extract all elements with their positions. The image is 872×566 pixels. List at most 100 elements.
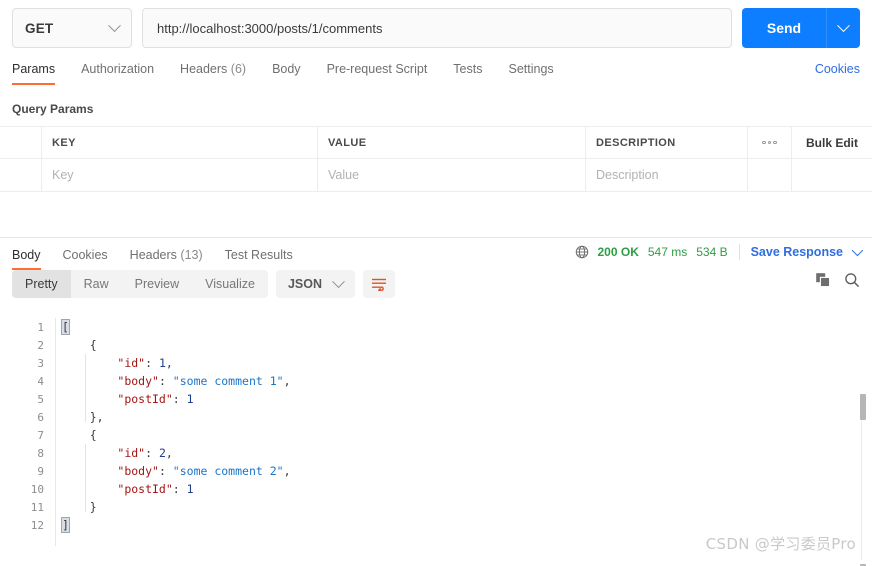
response-body-toolbar: Pretty Raw Preview Visualize JSON — [0, 268, 872, 306]
tab-count: (6) — [230, 62, 247, 76]
response-tab-headers[interactable]: Headers (13) — [130, 244, 203, 270]
line-number: 3 — [37, 356, 44, 370]
response-time[interactable]: 547 ms — [648, 245, 687, 259]
view-mode-pretty[interactable]: Pretty — [12, 270, 71, 298]
tab-tests[interactable]: Tests — [453, 58, 482, 85]
request-url-bar: GET http://localhost:3000/posts/1/commen… — [0, 0, 872, 58]
line-number: 2 — [37, 338, 44, 352]
send-button[interactable]: Send — [742, 8, 826, 48]
tab-body[interactable]: Body — [272, 58, 301, 85]
line-number: 8 — [37, 446, 44, 460]
tab-label: Test Results — [224, 248, 293, 262]
status-code[interactable]: 200 OK — [598, 245, 639, 259]
code-line: 8 "id": 2, — [0, 444, 872, 462]
param-value-input[interactable]: Value — [318, 159, 586, 191]
gutter-divider — [55, 318, 56, 546]
save-response-button[interactable]: Save Response — [751, 245, 843, 259]
param-key-input[interactable]: Key — [42, 159, 318, 191]
code-line: 9 "body": "some comment 2", — [0, 462, 872, 480]
tab-authorization[interactable]: Authorization — [81, 58, 154, 85]
response-tab-test-results[interactable]: Test Results — [225, 244, 293, 270]
view-mode-group: Pretty Raw Preview Visualize — [12, 270, 268, 298]
tab-settings[interactable]: Settings — [508, 58, 553, 85]
response-tab-cookies[interactable]: Cookies — [63, 244, 108, 270]
url-input[interactable]: http://localhost:3000/posts/1/comments — [142, 8, 732, 48]
column-header-label: DESCRIPTION — [596, 136, 676, 149]
url-text: http://localhost:3000/posts/1/comments — [157, 20, 383, 36]
chevron-down-icon[interactable] — [851, 244, 864, 257]
code-line: 4 "body": "some comment 1", — [0, 372, 872, 390]
tab-count: (13) — [180, 248, 203, 262]
copy-button[interactable] — [815, 272, 831, 293]
bulk-edit-label: Bulk Edit — [805, 135, 858, 150]
line-number: 10 — [30, 482, 44, 496]
ellipsis-icon — [762, 140, 777, 145]
code-text: "postId": 1 — [117, 392, 194, 406]
scrollbar-thumb[interactable] — [860, 394, 866, 420]
response-tab-body[interactable]: Body — [12, 244, 41, 270]
tab-params[interactable]: Params — [12, 58, 56, 85]
line-number: 5 — [37, 392, 44, 406]
column-header-label: KEY — [52, 136, 76, 149]
view-mode-raw[interactable]: Raw — [71, 270, 122, 298]
response-status-bar: 200 OK 547 ms 534 B Save Response — [575, 244, 864, 260]
code-text: [ — [61, 319, 70, 335]
search-icon — [845, 273, 860, 288]
code-line: 11 } — [0, 498, 872, 516]
response-tabs: Body Cookies Headers (13) Test Results 2… — [0, 238, 872, 270]
copy-icon — [816, 273, 831, 288]
code-text: "id": 2, — [117, 446, 173, 460]
tab-label: Headers — [129, 248, 177, 262]
header-key-cell: KEY — [42, 127, 318, 158]
table-header-row: KEY VALUE DESCRIPTION Bulk Edit — [0, 127, 872, 159]
globe-icon — [575, 245, 589, 259]
row-checkbox-cell[interactable] — [0, 159, 42, 191]
header-description-cell: DESCRIPTION — [586, 127, 748, 158]
line-number: 12 — [30, 518, 44, 532]
indent-guide — [85, 444, 86, 512]
code-text: "body": "some comment 2", — [117, 464, 291, 478]
table-row: Key Value Description — [0, 159, 872, 191]
send-options-button[interactable] — [827, 8, 860, 48]
response-format-label: JSON — [287, 277, 322, 291]
query-params-title: Query Params — [12, 102, 94, 116]
tab-label: Settings — [508, 62, 554, 76]
query-params-table: KEY VALUE DESCRIPTION Bulk Edit Key Valu… — [0, 126, 872, 192]
wrap-text-icon — [372, 278, 386, 291]
send-button-group: Send — [742, 8, 860, 48]
code-line: 7 { — [0, 426, 872, 444]
param-key-placeholder: Key — [52, 168, 74, 182]
http-method-select[interactable]: GET — [12, 8, 132, 48]
table-options-button[interactable] — [748, 127, 792, 158]
line-number: 1 — [37, 320, 44, 334]
response-body-code[interactable]: 1[2 {3 "id": 1, 4 "body": "some comment 1… — [0, 314, 872, 566]
wrap-lines-button[interactable] — [363, 270, 395, 298]
chevron-down-icon — [332, 274, 345, 288]
code-line: 2 { — [0, 336, 872, 354]
cookies-link[interactable]: Cookies — [815, 62, 860, 76]
response-format-select[interactable]: JSON — [275, 270, 355, 298]
code-text: "id": 1, — [117, 356, 173, 370]
code-text: "body": "some comment 1", — [117, 374, 291, 388]
param-description-input[interactable]: Description — [586, 159, 748, 191]
search-button[interactable] — [844, 272, 860, 293]
response-size[interactable]: 534 B — [696, 245, 727, 259]
code-scrollbar[interactable] — [858, 394, 866, 566]
request-tabs: Params Authorization Headers (6) Body Pr… — [0, 58, 872, 90]
chevron-down-icon — [837, 18, 850, 32]
tab-label: Cookies — [62, 248, 108, 262]
row-trailing-cell — [792, 159, 872, 191]
tab-headers[interactable]: Headers (6) — [180, 58, 246, 85]
tab-label: Params — [12, 62, 56, 76]
bulk-edit-button[interactable]: Bulk Edit — [792, 127, 872, 158]
line-number: 7 — [37, 428, 44, 442]
code-line: 1[ — [0, 318, 872, 336]
line-number: 4 — [37, 374, 44, 388]
view-mode-visualize[interactable]: Visualize — [192, 270, 268, 298]
view-mode-preview[interactable]: Preview — [122, 270, 192, 298]
code-text: }, — [89, 410, 104, 424]
tab-pre-request-script[interactable]: Pre-request Script — [327, 58, 428, 85]
column-header-label: VALUE — [328, 136, 367, 149]
code-text: "postId": 1 — [117, 482, 194, 496]
code-text: { — [89, 338, 97, 352]
